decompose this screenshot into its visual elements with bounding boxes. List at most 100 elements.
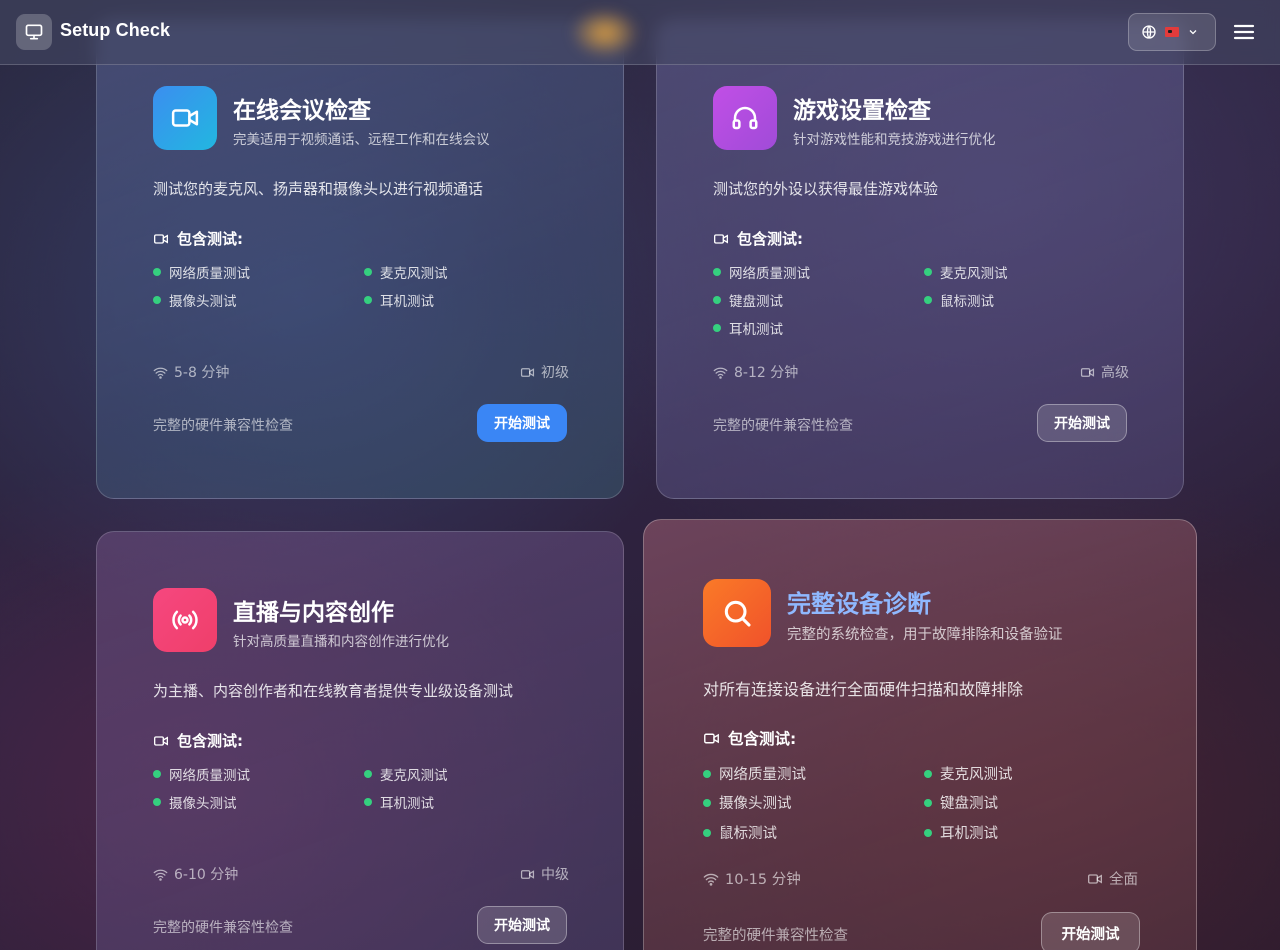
video-camera-icon xyxy=(154,233,168,244)
duration: 5-8 分钟 xyxy=(153,362,229,382)
card-footnote: 完整的硬件兼容性检查 xyxy=(153,920,293,936)
card-subtitle: 针对高质量直播和内容创作进行优化 xyxy=(233,634,449,650)
diagnostic-tile xyxy=(703,579,771,647)
video-camera-icon xyxy=(714,233,728,244)
menu-icon xyxy=(1233,24,1255,40)
start-test-button[interactable]: 开始测试 xyxy=(1037,404,1127,442)
status-dot xyxy=(924,798,932,807)
card-footnote: 完整的硬件兼容性检查 xyxy=(153,418,293,434)
status-dot xyxy=(713,296,721,304)
status-dot xyxy=(364,770,372,778)
gaming-tile xyxy=(713,86,777,150)
card-description: 为主播、内容创作者和在线教育者提供专业级设备测试 xyxy=(153,682,514,700)
card-title: 游戏设置检查 xyxy=(793,98,931,124)
difficulty-level: 中级 xyxy=(520,864,569,884)
globe-icon xyxy=(1142,25,1156,39)
status-dot xyxy=(924,769,932,778)
test-item: 摄像头测试 xyxy=(153,290,237,310)
test-item: 麦克风测试 xyxy=(924,763,1013,784)
card-subtitle: 针对游戏性能和竞技游戏进行优化 xyxy=(793,132,996,148)
card-description: 对所有连接设备进行全面硬件扫描和故障排除 xyxy=(703,680,1024,699)
card-gaming-setup: 游戏设置检查 针对游戏性能和竞技游戏进行优化 测试您的外设以获得最佳游戏体验 包… xyxy=(656,20,1184,499)
difficulty-level: 全面 xyxy=(1087,868,1138,889)
language-selector[interactable] xyxy=(1128,13,1216,51)
status-dot xyxy=(153,296,161,304)
hamburger-menu-button[interactable] xyxy=(1232,20,1256,44)
card-footnote: 完整的硬件兼容性检查 xyxy=(713,418,853,434)
status-dot xyxy=(703,798,711,807)
test-item: 麦克风测试 xyxy=(364,764,448,784)
test-item: 摄像头测试 xyxy=(703,792,792,813)
headphones-icon xyxy=(732,106,758,130)
video-camera-icon xyxy=(520,869,535,879)
status-dot xyxy=(364,798,372,806)
test-item: 麦克风测试 xyxy=(924,262,1008,282)
test-item: 耳机测试 xyxy=(364,792,434,812)
broadcast-icon xyxy=(172,610,198,630)
status-dot xyxy=(713,268,721,276)
video-camera-icon xyxy=(1080,367,1095,377)
status-dot xyxy=(924,828,932,837)
card-title: 直播与内容创作 xyxy=(233,600,394,626)
test-item: 键盘测试 xyxy=(924,792,998,813)
duration: 10-15 分钟 xyxy=(703,868,801,889)
cn-flag-icon xyxy=(1165,27,1179,37)
app-logo[interactable] xyxy=(16,14,52,50)
streaming-tile xyxy=(153,588,217,652)
difficulty-level: 高级 xyxy=(1080,362,1129,382)
test-item: 网络质量测试 xyxy=(703,763,806,784)
card-subtitle: 完美适用于视频通话、远程工作和在线会议 xyxy=(233,132,490,148)
duration: 8-12 分钟 xyxy=(713,362,798,382)
wifi-icon xyxy=(153,367,168,379)
tests-heading: 包含测试: xyxy=(703,727,796,749)
video-camera-icon xyxy=(1088,873,1102,884)
status-dot xyxy=(364,296,372,304)
monitor-icon xyxy=(25,24,43,40)
video-tile xyxy=(153,86,217,150)
duration: 6-10 分钟 xyxy=(153,864,238,884)
app-title: Setup Check xyxy=(60,20,171,40)
card-description: 测试您的外设以获得最佳游戏体验 xyxy=(713,180,939,198)
tests-heading: 包含测试: xyxy=(713,228,803,249)
start-test-button[interactable]: 开始测试 xyxy=(477,906,567,944)
difficulty-level: 初级 xyxy=(520,362,569,382)
card-subtitle: 完整的系统检查，用于故障排除和设备验证 xyxy=(787,627,1063,643)
video-camera-icon xyxy=(520,367,535,377)
start-test-button[interactable]: 开始测试 xyxy=(1041,912,1140,950)
status-dot xyxy=(703,769,711,778)
video-camera-icon xyxy=(171,109,199,127)
wifi-icon xyxy=(713,367,728,379)
tests-heading: 包含测试: xyxy=(153,730,243,751)
test-item: 网络质量测试 xyxy=(713,262,810,282)
status-dot xyxy=(153,770,161,778)
status-dot xyxy=(364,268,372,276)
video-camera-icon xyxy=(154,735,168,746)
wifi-icon xyxy=(153,869,168,881)
test-item: 耳机测试 xyxy=(364,290,434,310)
test-item: 网络质量测试 xyxy=(153,764,250,784)
status-dot xyxy=(924,296,932,304)
test-item: 耳机测试 xyxy=(713,318,783,338)
card-footnote: 完整的硬件兼容性检查 xyxy=(703,928,848,944)
test-item: 网络质量测试 xyxy=(153,262,250,282)
test-item: 麦克风测试 xyxy=(364,262,448,282)
status-dot xyxy=(713,324,721,332)
test-item: 键盘测试 xyxy=(713,290,783,310)
card-description: 测试您的麦克风、扬声器和摄像头以进行视频通话 xyxy=(153,180,484,198)
test-item: 鼠标测试 xyxy=(924,290,994,310)
chevron-down-icon xyxy=(1189,30,1197,35)
wifi-icon xyxy=(703,873,719,886)
test-item: 摄像头测试 xyxy=(153,792,237,812)
test-item: 鼠标测试 xyxy=(703,822,777,843)
card-title: 完整设备诊断 xyxy=(787,590,931,618)
ambient-glow xyxy=(570,8,640,58)
test-item: 耳机测试 xyxy=(924,822,998,843)
status-dot xyxy=(153,798,161,806)
tests-heading: 包含测试: xyxy=(153,228,243,249)
search-icon xyxy=(724,600,751,627)
start-test-button[interactable]: 开始测试 xyxy=(477,404,567,442)
card-title: 在线会议检查 xyxy=(233,98,371,124)
top-bar: Setup Check xyxy=(0,0,1280,65)
status-dot xyxy=(924,268,932,276)
card-streaming-creation: 直播与内容创作 针对高质量直播和内容创作进行优化 为主播、内容创作者和在线教育者… xyxy=(96,531,624,950)
